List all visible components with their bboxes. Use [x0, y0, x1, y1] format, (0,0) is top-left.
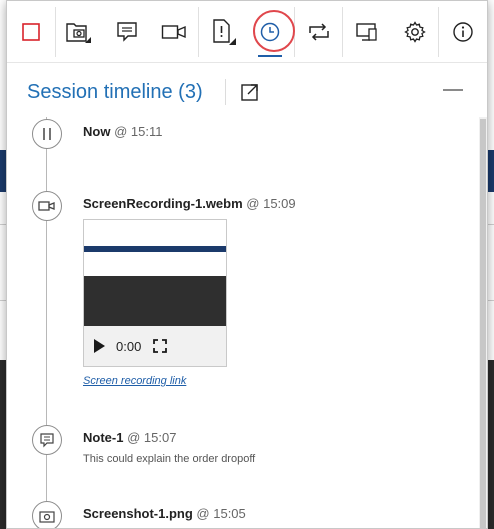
document-alert-icon	[213, 18, 236, 45]
repeat-icon	[308, 22, 329, 41]
note-icon	[117, 21, 137, 42]
active-underline	[258, 54, 282, 57]
record-video-button[interactable]	[150, 1, 198, 63]
timeline-list: Now @ 15:11 ScreenRecording-1.webm @ 15:…	[7, 117, 487, 528]
scrollbar-thumb[interactable]	[480, 119, 486, 528]
video-current-time: 0:00	[116, 338, 142, 354]
item-time: @ 15:09	[246, 196, 296, 211]
item-heading: Note-1 @ 15:07	[83, 430, 176, 445]
active-indicator	[253, 9, 296, 52]
video-thumbnail-body	[84, 252, 226, 276]
toolbar	[7, 1, 487, 63]
camera-folder-icon	[66, 22, 92, 43]
item-label: Screenshot-1.png	[83, 506, 193, 521]
pause-icon[interactable]	[32, 119, 62, 149]
timeline-rail	[46, 117, 47, 528]
item-heading: Screenshot-1.png @ 15:05	[83, 506, 246, 521]
item-label: ScreenRecording-1.webm	[83, 196, 243, 211]
square-icon	[21, 22, 40, 41]
play-icon[interactable]	[94, 339, 105, 353]
video-controls: 0:00	[84, 326, 226, 366]
item-label: Now	[83, 124, 111, 139]
video-player[interactable]: 0:00	[83, 219, 227, 367]
item-heading: ScreenRecording-1.webm @ 15:09	[83, 196, 296, 211]
device-icon	[356, 22, 377, 41]
scrollbar[interactable]	[479, 117, 487, 528]
video-camera-icon	[32, 191, 62, 221]
note-icon	[32, 425, 62, 455]
page-title: Session timeline (3)	[27, 80, 203, 103]
item-time: @ 15:05	[196, 506, 246, 521]
stop-recording-button[interactable]	[7, 1, 55, 63]
item-time: @ 15:07	[127, 430, 177, 445]
popout-icon[interactable]	[240, 82, 260, 102]
minimize-button[interactable]	[443, 89, 463, 91]
video-camera-icon	[162, 24, 186, 39]
info-icon	[453, 21, 473, 42]
video-thumbnail-footer	[84, 276, 226, 326]
timeline-button[interactable]	[246, 1, 296, 63]
device-button[interactable]	[343, 1, 391, 63]
fullscreen-icon[interactable]	[153, 339, 168, 353]
note-button[interactable]	[103, 1, 151, 63]
recording-link[interactable]: Screen recording link	[83, 375, 186, 387]
gear-icon	[403, 20, 426, 43]
note-text: This could explain the order dropoff	[83, 453, 256, 465]
item-time: @ 15:11	[114, 124, 163, 139]
sync-button[interactable]	[295, 1, 343, 63]
issue-button[interactable]	[199, 1, 247, 63]
timeline-header: Session timeline (3)	[27, 77, 473, 107]
header-separator	[224, 79, 226, 105]
item-label: Note-1	[83, 430, 124, 445]
video-thumbnail-header	[84, 220, 226, 246]
screenshot-button[interactable]	[55, 1, 103, 63]
settings-button[interactable]	[391, 1, 439, 63]
session-popup: Session timeline (3) Now @ 15:11 ScreenR…	[6, 0, 488, 529]
info-button[interactable]	[439, 1, 487, 63]
camera-icon	[32, 501, 62, 528]
item-heading: Now @ 15:11	[83, 124, 162, 139]
